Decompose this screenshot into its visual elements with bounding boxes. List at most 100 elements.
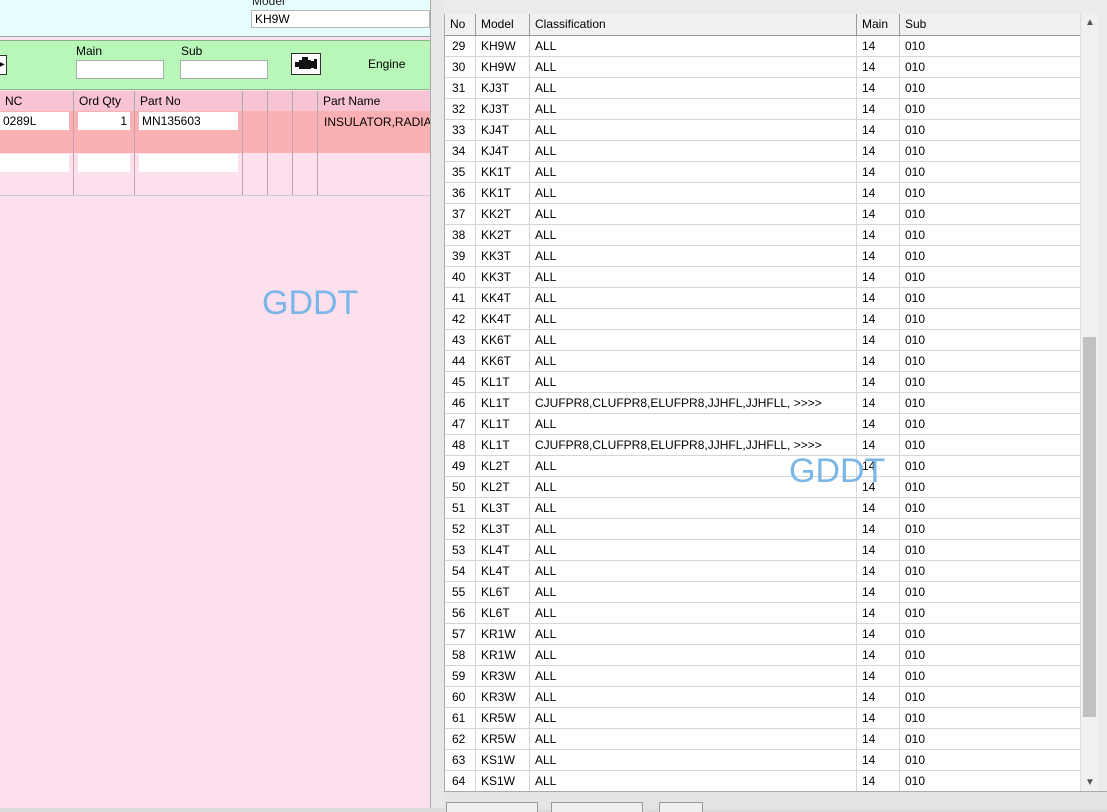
table-row[interactable]: 29 KH9W ALL 14 010 bbox=[445, 36, 1081, 57]
cell-main: 14 bbox=[857, 582, 900, 602]
table-row[interactable]: 39 KK3T ALL 14 010 bbox=[445, 246, 1081, 267]
cell-main: 14 bbox=[857, 204, 900, 224]
column-header-no[interactable]: No bbox=[445, 14, 476, 35]
table-row[interactable]: 45 KL1T ALL 14 010 bbox=[445, 372, 1081, 393]
cell-main: 14 bbox=[857, 519, 900, 539]
table-row[interactable]: 59 KR3W ALL 14 010 bbox=[445, 666, 1081, 687]
scrollbar-thumb[interactable] bbox=[1083, 337, 1096, 717]
column-header-sub[interactable]: Sub bbox=[900, 14, 1081, 35]
table-row[interactable]: 50 KL2T ALL 14 010 bbox=[445, 477, 1081, 498]
column-header-main[interactable]: Main bbox=[857, 14, 900, 35]
cell-main: 14 bbox=[857, 267, 900, 287]
pnc-field-empty[interactable] bbox=[0, 154, 69, 172]
table-row[interactable]: 57 KR1W ALL 14 010 bbox=[445, 624, 1081, 645]
table-row[interactable]: 53 KL4T ALL 14 010 bbox=[445, 540, 1081, 561]
table-row[interactable]: 38 KK2T ALL 14 010 bbox=[445, 225, 1081, 246]
header-part-name[interactable]: Part Name bbox=[317, 91, 430, 111]
header-pnc[interactable]: NC bbox=[0, 91, 73, 111]
engine-button[interactable] bbox=[291, 53, 321, 75]
table-row[interactable]: 44 KK6T ALL 14 010 bbox=[445, 351, 1081, 372]
cell-divider bbox=[134, 111, 135, 153]
cell-classification: ALL bbox=[530, 372, 857, 392]
cell-sub: 010 bbox=[905, 522, 926, 536]
cell-no: 59 bbox=[445, 666, 476, 686]
header-col-b[interactable] bbox=[267, 91, 292, 111]
table-row[interactable]: 47 KL1T ALL 14 010 bbox=[445, 414, 1081, 435]
bottom-button-1[interactable] bbox=[446, 802, 538, 812]
cell-no: 40 bbox=[445, 267, 476, 287]
table-row[interactable]: 42 KK4T ALL 14 010 bbox=[445, 309, 1081, 330]
cell-model: KL3T bbox=[476, 498, 530, 518]
table-row[interactable]: 35 KK1T ALL 14 010 bbox=[445, 162, 1081, 183]
cell-sub: 010 bbox=[905, 270, 926, 284]
ord-qty-field-empty[interactable] bbox=[78, 154, 130, 172]
header-col-a[interactable] bbox=[242, 91, 267, 111]
table-row[interactable]: 63 KS1W ALL 14 010 bbox=[445, 750, 1081, 771]
table-row[interactable]: 60 KR3W ALL 14 010 bbox=[445, 687, 1081, 708]
chevron-down-icon[interactable]: ▼ bbox=[1081, 774, 1099, 791]
table-row[interactable]: 32 KJ3T ALL 14 010 bbox=[445, 99, 1081, 120]
table-row[interactable]: 61 KR5W ALL 14 010 bbox=[445, 708, 1081, 729]
splitter[interactable] bbox=[430, 0, 445, 808]
table-row[interactable]: 49 KL2T ALL 14 010 bbox=[445, 456, 1081, 477]
cell-main: 14 bbox=[857, 393, 900, 413]
cell-model: KK3T bbox=[476, 246, 530, 266]
table-row[interactable]: 46 KL1T CJUFPR8,CLUFPR8,ELUFPR8,JJHFL,JJHF… bbox=[445, 393, 1081, 414]
table-row[interactable]: 58 KR1W ALL 14 010 bbox=[445, 645, 1081, 666]
cell-main: 14 bbox=[857, 603, 900, 623]
cell-divider bbox=[292, 153, 293, 195]
ord-qty-field[interactable]: 1 bbox=[78, 112, 130, 130]
cell-no: 55 bbox=[445, 582, 476, 602]
window-edge bbox=[1098, 14, 1107, 791]
bottom-button-3[interactable] bbox=[659, 802, 703, 812]
main-label: Main bbox=[76, 44, 103, 58]
cell-no: 61 bbox=[445, 708, 476, 728]
table-row[interactable]: 33 KJ4T ALL 14 010 bbox=[445, 120, 1081, 141]
cell-no: 63 bbox=[445, 750, 476, 770]
table-row[interactable]: 30 KH9W ALL 14 010 bbox=[445, 57, 1081, 78]
table-row[interactable]: 55 KL6T ALL 14 010 bbox=[445, 582, 1081, 603]
column-header-model[interactable]: Model bbox=[476, 14, 530, 35]
header-col-c[interactable] bbox=[292, 91, 317, 111]
header-ord-qty[interactable]: Ord Qty bbox=[73, 91, 134, 111]
table-row[interactable]: 43 KK6T ALL 14 010 bbox=[445, 330, 1081, 351]
arrow-button[interactable]: ▶ bbox=[0, 55, 7, 75]
cell-main: 14 bbox=[857, 624, 900, 644]
table-row[interactable]: 41 KK4T ALL 14 010 bbox=[445, 288, 1081, 309]
table-row[interactable]: 54 KL4T ALL 14 010 bbox=[445, 561, 1081, 582]
cell-sub: 010 bbox=[905, 165, 926, 179]
table-row[interactable]: 51 KL3T ALL 14 010 bbox=[445, 498, 1081, 519]
part-no-field-empty[interactable] bbox=[139, 154, 238, 172]
cell-divider bbox=[242, 153, 243, 195]
part-no-field[interactable]: MN135603 bbox=[139, 112, 238, 130]
sub-input[interactable] bbox=[180, 60, 268, 79]
model-field[interactable]: KH9W bbox=[251, 10, 430, 28]
cell-no: 34 bbox=[445, 141, 476, 161]
table-row[interactable]: 36 KK1T ALL 14 010 bbox=[445, 183, 1081, 204]
cell-no: 33 bbox=[445, 120, 476, 140]
table-row[interactable]: 40 KK3T ALL 14 010 bbox=[445, 267, 1081, 288]
cell-no: 51 bbox=[445, 498, 476, 518]
header-part-no[interactable]: Part No bbox=[134, 91, 242, 111]
table-row[interactable]: 37 KK2T ALL 14 010 bbox=[445, 204, 1081, 225]
vertical-scrollbar[interactable]: ▲ ▼ bbox=[1080, 14, 1099, 791]
watermark: GDDT bbox=[789, 452, 886, 490]
cell-classification: ALL bbox=[530, 519, 857, 539]
pnc-field[interactable]: 0289L bbox=[0, 112, 69, 130]
table-row[interactable]: 56 KL6T ALL 14 010 bbox=[445, 603, 1081, 624]
part-row-selected[interactable]: 0289L 1 MN135603 INSULATOR,RADIATOR bbox=[0, 111, 430, 153]
table-row[interactable]: 48 KL1T CJUFPR8,CLUFPR8,ELUFPR8,JJHFL,JJHF… bbox=[445, 435, 1081, 456]
main-input[interactable] bbox=[76, 60, 164, 79]
table-row[interactable]: 64 KS1W ALL 14 010 bbox=[445, 771, 1081, 791]
part-row-empty[interactable] bbox=[0, 153, 430, 196]
column-header-classification[interactable]: Classification bbox=[530, 14, 857, 35]
bottom-button-2[interactable] bbox=[551, 802, 643, 812]
cell-divider bbox=[292, 111, 293, 153]
cell-classification: ALL bbox=[530, 414, 857, 434]
table-row[interactable]: 34 KJ4T ALL 14 010 bbox=[445, 141, 1081, 162]
table-row[interactable]: 62 KR5W ALL 14 010 bbox=[445, 729, 1081, 750]
chevron-up-icon[interactable]: ▲ bbox=[1081, 14, 1099, 31]
table-row[interactable]: 31 KJ3T ALL 14 010 bbox=[445, 78, 1081, 99]
cell-sub: 010 bbox=[905, 417, 926, 431]
table-row[interactable]: 52 KL3T ALL 14 010 bbox=[445, 519, 1081, 540]
